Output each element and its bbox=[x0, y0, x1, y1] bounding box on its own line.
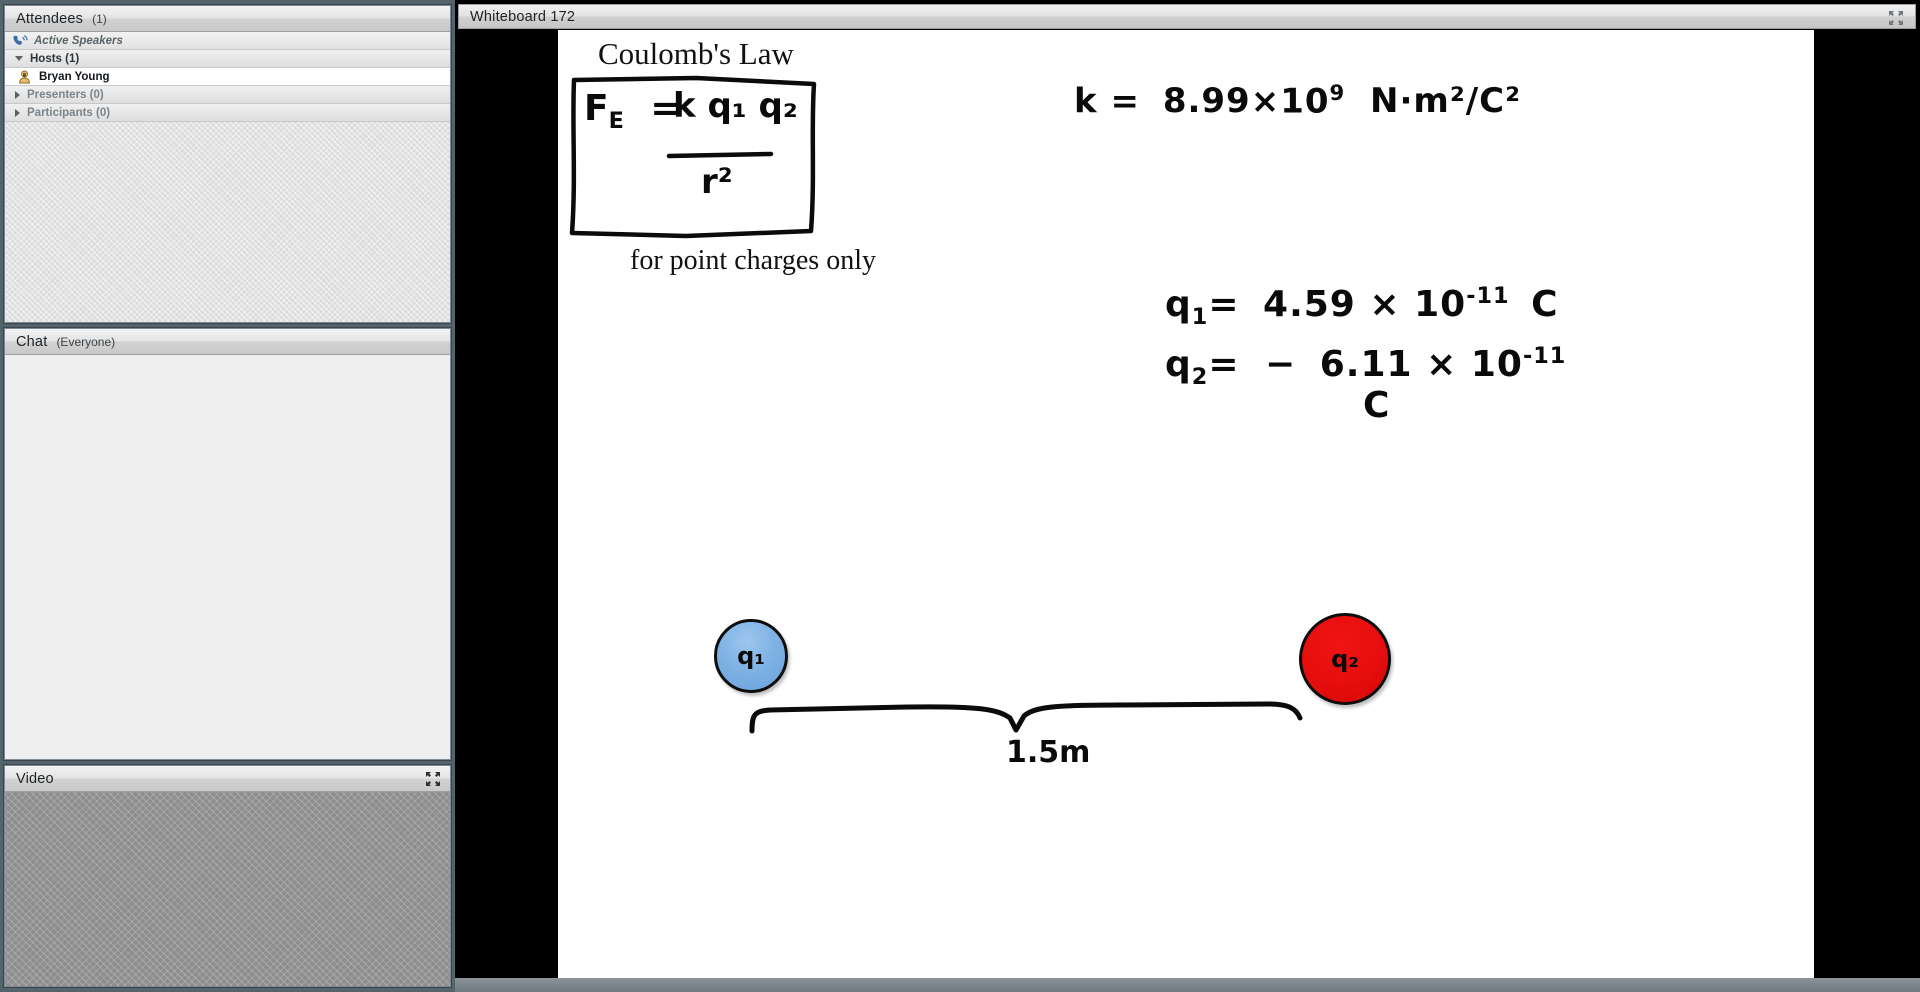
triangle-right-icon[interactable] bbox=[15, 90, 20, 99]
left-sidebar: Attendees (1) Active Speakers Hosts (1) … bbox=[0, 0, 455, 992]
chat-panel-header[interactable]: Chat (Everyone) bbox=[5, 329, 450, 355]
constant-k-expression: k = 8.99×109 N·m²/C² bbox=[1074, 80, 1521, 122]
phone-speaker-icon bbox=[12, 34, 28, 48]
whiteboard-stage: Coulomb's Law FE = k q₁ q₂ r² for point … bbox=[455, 30, 1920, 992]
diagram-charge-left-label: q₁ bbox=[737, 642, 765, 670]
attendee-row-bryan-young[interactable]: Bryan Young bbox=[5, 68, 450, 86]
attendees-title: Attendees bbox=[16, 10, 84, 27]
host-badge-icon bbox=[17, 69, 32, 84]
attendees-panel-header[interactable]: Attendees (1) bbox=[5, 6, 450, 32]
whiteboard-title: Whiteboard 172 bbox=[470, 8, 576, 25]
group-hosts-label: Hosts (1) bbox=[30, 52, 80, 65]
attendees-count: (1) bbox=[92, 11, 107, 26]
charge-q1-expression: q1= 4.59 × 10-11 C bbox=[1165, 283, 1559, 331]
diagram-charge-right-label: q₂ bbox=[1331, 645, 1359, 673]
expand-arrows-icon[interactable] bbox=[424, 770, 442, 788]
group-hosts[interactable]: Hosts (1) bbox=[5, 50, 450, 68]
triangle-right-icon[interactable] bbox=[15, 108, 20, 117]
whiteboard-bottom-bar bbox=[455, 978, 1920, 992]
group-presenters[interactable]: Presenters (0) bbox=[5, 86, 450, 104]
video-panel: Video bbox=[4, 765, 451, 987]
chat-title: Chat bbox=[16, 333, 48, 350]
attendees-panel: Attendees (1) Active Speakers Hosts (1) … bbox=[4, 5, 451, 323]
triangle-down-icon[interactable] bbox=[15, 56, 23, 61]
whiteboard-canvas[interactable]: Coulomb's Law FE = k q₁ q₂ r² for point … bbox=[558, 30, 1814, 978]
diagram-charge-right[interactable]: q₂ bbox=[1299, 613, 1391, 705]
diagram-charge-left[interactable]: q₁ bbox=[714, 619, 788, 693]
chat-scope: (Everyone) bbox=[56, 334, 116, 349]
attendees-list: Active Speakers Hosts (1) Bryan Young Pr… bbox=[5, 32, 450, 322]
formula-denominator: r² bbox=[701, 162, 733, 202]
chat-panel: Chat (Everyone) bbox=[4, 328, 451, 760]
whiteboard-header[interactable]: Whiteboard 172 bbox=[458, 4, 1916, 29]
formula-numerator: k q₁ q₂ bbox=[673, 86, 798, 126]
video-title: Video bbox=[16, 770, 54, 787]
charge-q2-unit: C bbox=[1363, 385, 1390, 426]
charge-q2-expression: q2= − 6.11 × 10-11 bbox=[1165, 343, 1567, 391]
row-active-speakers[interactable]: Active Speakers bbox=[5, 32, 450, 50]
main-area: Whiteboard 172 Coulomb's Law FE = k q₁ q… bbox=[455, 0, 1920, 992]
attendee-name: Bryan Young bbox=[39, 70, 110, 83]
meeting-window: Attendees (1) Active Speakers Hosts (1) … bbox=[0, 0, 1920, 992]
video-feed-area[interactable] bbox=[5, 792, 450, 986]
group-presenters-label: Presenters (0) bbox=[27, 88, 104, 101]
group-participants[interactable]: Participants (0) bbox=[5, 104, 450, 122]
group-participants-label: Participants (0) bbox=[27, 106, 111, 119]
video-panel-header[interactable]: Video bbox=[5, 766, 450, 792]
whiteboard-heading: Coulomb's Law bbox=[598, 36, 794, 71]
distance-label: 1.5m bbox=[1006, 735, 1091, 770]
expand-arrows-icon[interactable] bbox=[1887, 9, 1905, 27]
chat-message-list[interactable] bbox=[5, 355, 450, 759]
whiteboard-note: for point charges only bbox=[630, 245, 876, 276]
active-speakers-label: Active Speakers bbox=[34, 34, 123, 47]
attendees-empty-area bbox=[5, 122, 450, 322]
formula-lhs: FE = bbox=[584, 88, 681, 135]
